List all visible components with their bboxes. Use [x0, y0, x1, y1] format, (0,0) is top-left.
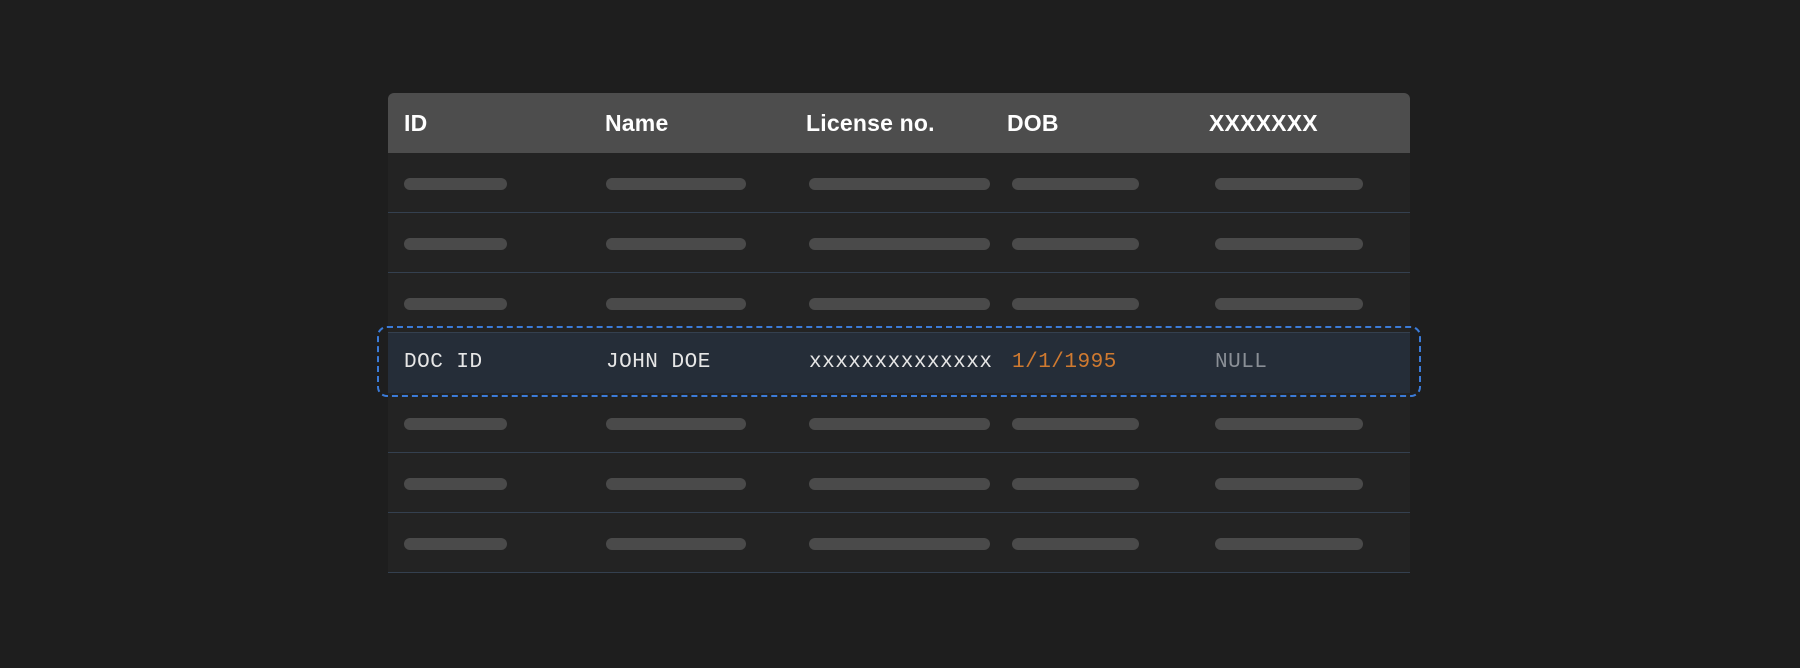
placeholder-bar	[404, 478, 507, 490]
header-license[interactable]: License no.	[806, 93, 935, 153]
placeholder-bar	[1012, 178, 1139, 190]
placeholder-bar	[404, 418, 507, 430]
placeholder-bar	[809, 238, 990, 250]
placeholder-bar	[404, 538, 507, 550]
placeholder-bar	[606, 238, 746, 250]
placeholder-bar	[606, 538, 746, 550]
placeholder-bar	[809, 298, 990, 310]
placeholder-bar	[1012, 298, 1139, 310]
placeholder-bar	[606, 418, 746, 430]
placeholder-bar	[1012, 238, 1139, 250]
header-name[interactable]: Name	[605, 93, 668, 153]
table-header: ID Name License no. DOB XXXXXXX	[388, 93, 1410, 153]
placeholder-bar	[1215, 538, 1363, 550]
table-row[interactable]	[388, 393, 1410, 453]
placeholder-bar	[1215, 478, 1363, 490]
placeholder-bar	[809, 478, 990, 490]
table-row[interactable]	[388, 453, 1410, 513]
placeholder-bar	[809, 538, 990, 550]
placeholder-bar	[1012, 418, 1139, 430]
placeholder-bar	[404, 298, 507, 310]
placeholder-bar	[606, 478, 746, 490]
placeholder-bar	[1215, 238, 1363, 250]
placeholder-bar	[1012, 538, 1139, 550]
placeholder-bar	[1215, 298, 1363, 310]
header-extra[interactable]: XXXXXXX	[1209, 93, 1318, 153]
table-row[interactable]	[388, 513, 1410, 573]
placeholder-bar	[1012, 478, 1139, 490]
placeholder-bar	[606, 178, 746, 190]
header-id[interactable]: ID	[404, 93, 427, 153]
placeholder-bar	[1215, 418, 1363, 430]
table-row[interactable]	[388, 213, 1410, 273]
placeholder-bar	[404, 238, 507, 250]
placeholder-bar	[606, 298, 746, 310]
header-dob[interactable]: DOB	[1007, 93, 1059, 153]
row-selection-outline	[377, 326, 1421, 397]
placeholder-bar	[1215, 178, 1363, 190]
placeholder-bar	[809, 178, 990, 190]
placeholder-bar	[809, 418, 990, 430]
table-row[interactable]	[388, 153, 1410, 213]
table-row[interactable]	[388, 273, 1410, 333]
placeholder-bar	[404, 178, 507, 190]
